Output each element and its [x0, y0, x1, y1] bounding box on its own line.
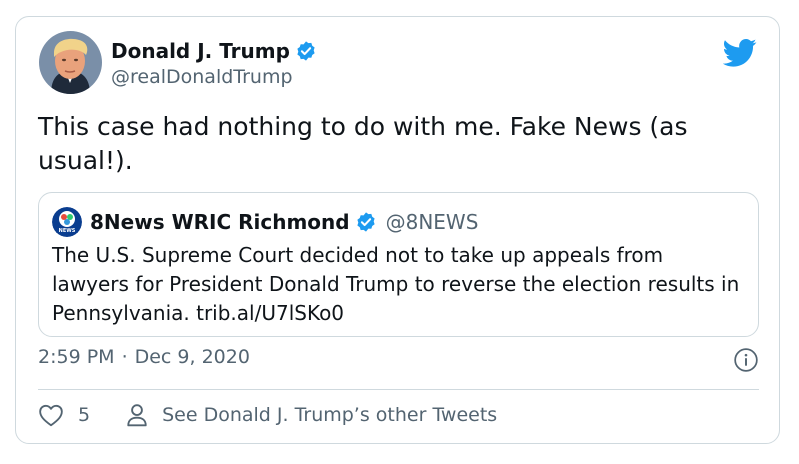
- author-block: Donald J. Trump @realDonaldTrump: [111, 37, 317, 88]
- tweet-actions: 5 See Donald J. Trump’s other Tweets: [38, 403, 497, 427]
- quoted-logo-text: NEWS: [59, 228, 76, 234]
- tweet-card[interactable]: Donald J. Trump @realDonaldTrump This ca…: [15, 16, 780, 444]
- quoted-author-handle: @8NEWS: [385, 210, 479, 234]
- author-handle[interactable]: @realDonaldTrump: [111, 66, 317, 88]
- like-count: 5: [78, 404, 91, 426]
- tweet-text: This case had nothing to do with me. Fak…: [38, 112, 688, 175]
- tweet-timestamp[interactable]: 2:59 PM · Dec 9, 2020: [38, 346, 250, 368]
- quoted-author-name: 8News WRIC Richmond: [90, 210, 350, 234]
- divider: [38, 389, 759, 390]
- quoted-tweet[interactable]: NEWS 8News WRIC Richmond @8NEWS The U.S.…: [38, 192, 759, 337]
- timestamp-separator: ·: [121, 346, 128, 368]
- quoted-avatar[interactable]: NEWS: [52, 207, 82, 237]
- author-name[interactable]: Donald J. Trump: [111, 39, 290, 63]
- verified-badge-icon: [297, 41, 315, 61]
- quoted-header: NEWS 8News WRIC Richmond @8NEWS: [52, 207, 478, 237]
- other-tweets-link[interactable]: See Donald J. Trump’s other Tweets: [126, 403, 497, 427]
- info-icon[interactable]: [733, 347, 759, 373]
- heart-icon: [39, 404, 63, 427]
- author-avatar[interactable]: [39, 31, 102, 94]
- person-icon: [127, 404, 147, 427]
- timestamp-date[interactable]: Dec 9, 2020: [135, 346, 250, 368]
- verified-badge-icon: [356, 212, 375, 232]
- other-tweets-label[interactable]: See Donald J. Trump’s other Tweets: [162, 404, 497, 426]
- twitter-bird-icon[interactable]: [723, 38, 757, 68]
- timestamp-time[interactable]: 2:59 PM: [38, 346, 115, 368]
- author-name-row: Donald J. Trump: [111, 37, 317, 65]
- like-button[interactable]: 5: [38, 403, 90, 427]
- quoted-text: The U.S. Supreme Court decided not to ta…: [52, 243, 740, 325]
